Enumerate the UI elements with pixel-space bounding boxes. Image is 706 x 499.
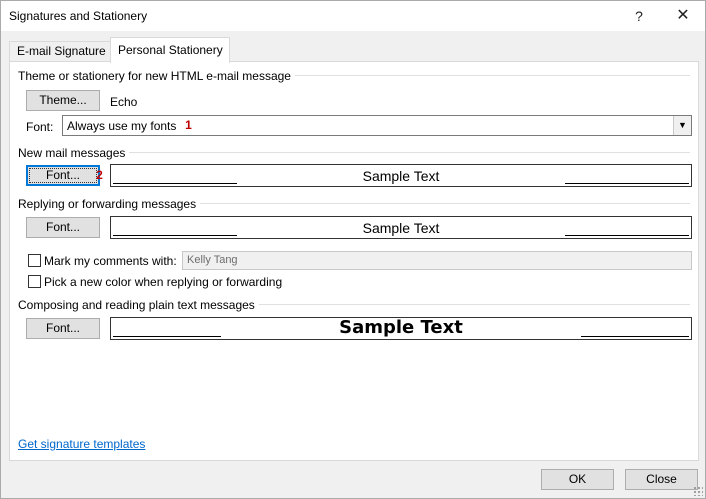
step-badge-1: 1 — [185, 118, 192, 132]
plain-text-sample-text: Sample Text — [339, 317, 463, 338]
reply-sample-text: Sample Text — [362, 220, 440, 236]
preview-underline-right — [565, 183, 689, 184]
reply-forward-heading: Replying or forwarding messages — [18, 197, 201, 211]
new-color-label[interactable]: Pick a new color when replying or forwar… — [44, 275, 282, 289]
tab-email-signature[interactable]: E-mail Signature — [9, 41, 111, 61]
plain-text-font-button[interactable]: Font... — [26, 318, 100, 339]
font-select[interactable]: Always use my fonts 1 ▼ — [62, 115, 692, 136]
close-window-button[interactable]: ✕ — [661, 1, 705, 31]
new-mail-font-button[interactable]: Font... — [26, 165, 100, 186]
personal-stationery-panel: Theme or stationery for new HTML e-mail … — [9, 61, 699, 461]
chevron-down-icon[interactable]: ▼ — [673, 116, 691, 135]
theme-section-heading: Theme or stationery for new HTML e-mail … — [18, 69, 295, 83]
preview-underline-right — [581, 336, 689, 337]
mark-comments-input[interactable]: Kelly Tang — [182, 251, 692, 270]
close-button[interactable]: Close — [625, 469, 698, 490]
mark-comments-checkbox[interactable] — [28, 254, 41, 267]
title-bar: Signatures and Stationery ? ✕ — [1, 1, 705, 31]
new-color-checkbox[interactable] — [28, 275, 41, 288]
theme-value: Echo — [110, 95, 138, 109]
preview-underline-right — [565, 235, 689, 236]
plain-text-font-preview: Sample Text — [110, 317, 692, 340]
window-title: Signatures and Stationery — [9, 9, 148, 23]
resize-grip-icon[interactable] — [693, 486, 703, 496]
new-mail-font-preview: Sample Text — [110, 164, 692, 187]
reply-font-preview: Sample Text — [110, 216, 692, 239]
theme-button[interactable]: Theme... — [26, 90, 100, 111]
dialog-window: Signatures and Stationery ? ✕ E-mail Sig… — [0, 0, 706, 499]
reply-font-button[interactable]: Font... — [26, 217, 100, 238]
new-mail-heading: New mail messages — [18, 146, 130, 160]
font-select-value: Always use my fonts — [67, 119, 177, 133]
help-button[interactable]: ? — [617, 1, 661, 31]
step-badge-2: 2 — [96, 168, 103, 182]
plain-text-heading: Composing and reading plain text message… — [18, 298, 259, 312]
font-label: Font: — [26, 120, 54, 134]
new-mail-sample-text: Sample Text — [362, 168, 440, 184]
ok-button[interactable]: OK — [541, 469, 614, 490]
tab-personal-stationery[interactable]: Personal Stationery — [110, 37, 230, 63]
mark-comments-label[interactable]: Mark my comments with: — [44, 254, 177, 268]
get-signature-templates-link[interactable]: Get signature templates — [18, 437, 145, 451]
